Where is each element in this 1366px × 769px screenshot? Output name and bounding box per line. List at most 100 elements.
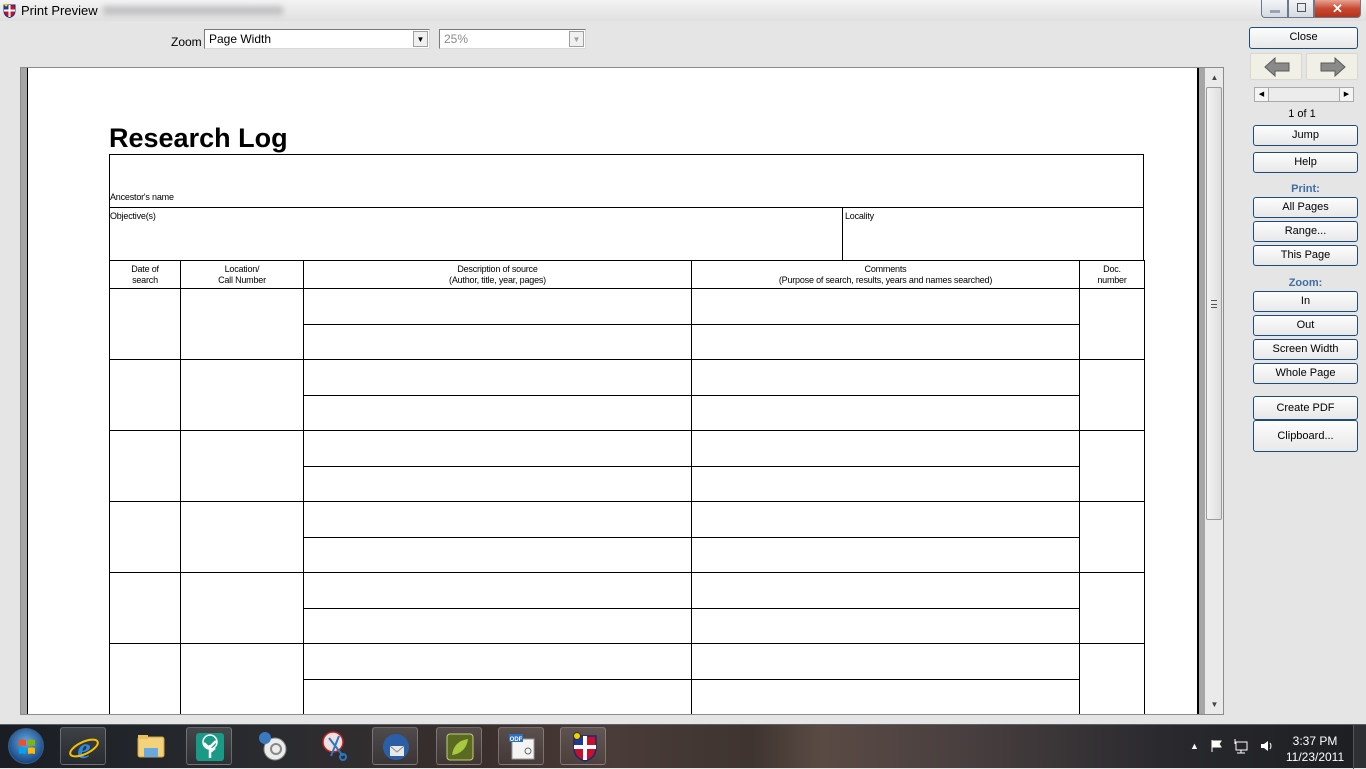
clipboard-button[interactable]: Clipboard... — [1253, 420, 1358, 452]
date-cell[interactable] — [109, 501, 181, 573]
zoom-screen-width-button[interactable]: Screen Width — [1253, 339, 1358, 360]
comments-cell[interactable] — [691, 536, 1080, 573]
doc-number-cell[interactable] — [1079, 572, 1145, 644]
date-cell[interactable] — [109, 572, 181, 644]
chevron-down-icon[interactable]: ▼ — [569, 31, 584, 47]
description-cell[interactable] — [303, 430, 692, 467]
description-cell[interactable] — [303, 394, 692, 431]
objective-label: Objective(s) — [110, 211, 156, 221]
restore-button[interactable] — [1288, 0, 1314, 18]
zoom-mode-select[interactable]: Page Width ▼ — [204, 29, 430, 49]
create-pdf-button[interactable]: Create PDF — [1253, 396, 1358, 420]
zoom-whole-page-label: Whole Page — [1275, 367, 1336, 379]
scroll-up-arrow-icon[interactable]: ▲ — [1206, 69, 1223, 86]
comments-cell[interactable] — [691, 678, 1080, 714]
location-cell[interactable] — [180, 643, 304, 714]
jump-label: Jump — [1292, 129, 1319, 141]
page-scrollbar[interactable]: ◀ ▶ — [1254, 87, 1354, 102]
scrollbar-thumb[interactable] — [1206, 87, 1222, 520]
doc-number-cell[interactable] — [1079, 643, 1145, 714]
description-cell[interactable] — [303, 643, 692, 680]
taskbar-internet-explorer[interactable]: e — [60, 727, 106, 765]
minimize-button[interactable] — [1261, 0, 1288, 18]
zoom-whole-page-button[interactable]: Whole Page — [1253, 363, 1358, 384]
window-close-button[interactable]: ✕ — [1314, 0, 1361, 18]
research-log-table: Date of search Location/Call Number Descr… — [109, 260, 1145, 714]
scroll-right-arrow-icon[interactable]: ▶ — [1339, 88, 1353, 101]
location-cell[interactable] — [180, 288, 304, 360]
date-cell[interactable] — [109, 288, 181, 360]
previous-page-button[interactable] — [1250, 53, 1302, 80]
description-cell[interactable] — [303, 359, 692, 396]
taskbar-odf-app[interactable]: ODF — [498, 727, 544, 765]
help-label: Help — [1294, 156, 1317, 168]
network-icon[interactable] — [1233, 738, 1249, 754]
help-button[interactable]: Help — [1253, 152, 1358, 173]
comments-cell[interactable] — [691, 501, 1080, 538]
show-desktop-button[interactable] — [1353, 725, 1366, 769]
date-cell[interactable] — [109, 359, 181, 431]
print-range-button[interactable]: Range... — [1253, 221, 1358, 242]
print-this-page-button[interactable]: This Page — [1253, 245, 1358, 266]
taskbar-media-app[interactable] — [250, 727, 296, 765]
comments-cell[interactable] — [691, 323, 1080, 360]
comments-cell[interactable] — [691, 465, 1080, 502]
date-cell[interactable] — [109, 430, 181, 502]
description-cell[interactable] — [303, 465, 692, 502]
print-all-label: All Pages — [1282, 201, 1329, 213]
description-cell[interactable] — [303, 607, 692, 644]
zoom-out-button[interactable]: Out — [1253, 315, 1358, 336]
comments-cell[interactable] — [691, 643, 1080, 680]
close-icon: ✕ — [1332, 1, 1343, 16]
description-cell[interactable] — [303, 678, 692, 714]
comments-cell[interactable] — [691, 430, 1080, 467]
comments-cell[interactable] — [691, 607, 1080, 644]
preview-area: Research Log Ancestor's name Objective(s… — [20, 67, 1224, 715]
location-cell[interactable] — [180, 359, 304, 431]
show-hidden-icons-icon[interactable]: ▲ — [1190, 741, 1199, 751]
volume-icon[interactable] — [1260, 739, 1274, 753]
taskbar-print-preview-app[interactable] — [560, 727, 606, 765]
taskbar-thunderbird[interactable] — [372, 727, 418, 765]
scissors-icon — [322, 731, 347, 761]
taskbar-windows-explorer[interactable] — [128, 727, 174, 765]
print-all-pages-button[interactable]: All Pages — [1253, 197, 1358, 218]
doc-number-cell[interactable] — [1079, 501, 1145, 573]
comments-cell[interactable] — [691, 288, 1080, 325]
scroll-left-arrow-icon[interactable]: ◀ — [1255, 88, 1269, 101]
ancestor-name-label: Ancestor's name — [110, 192, 174, 202]
description-cell[interactable] — [303, 501, 692, 538]
table-header-row: Date of search Location/Call Number Descr… — [109, 260, 1145, 289]
restore-icon — [1297, 3, 1306, 12]
description-cell[interactable] — [303, 323, 692, 360]
chevron-down-icon[interactable]: ▼ — [413, 31, 428, 47]
description-cell[interactable] — [303, 288, 692, 325]
zoom-out-label: Out — [1296, 319, 1315, 331]
next-page-button[interactable] — [1306, 53, 1358, 80]
close-preview-button[interactable]: Close — [1249, 27, 1358, 49]
doc-number-cell[interactable] — [1079, 430, 1145, 502]
location-cell[interactable] — [180, 501, 304, 573]
doc-number-cell[interactable] — [1079, 359, 1145, 431]
taskbar-snipping-tool[interactable] — [312, 727, 358, 765]
zoom-in-button[interactable]: In — [1253, 291, 1358, 312]
action-center-flag-icon[interactable] — [1210, 739, 1224, 753]
description-cell[interactable] — [303, 572, 692, 609]
jump-button[interactable]: Jump — [1253, 125, 1358, 146]
clock[interactable]: 3:37 PM 11/23/2011 — [1280, 733, 1350, 765]
date-cell[interactable] — [109, 643, 181, 714]
taskbar-family-tree[interactable] — [186, 727, 232, 765]
scroll-down-arrow-icon[interactable]: ▼ — [1206, 696, 1223, 713]
table-row — [109, 572, 1145, 644]
comments-cell[interactable] — [691, 359, 1080, 396]
zoom-percent-select[interactable]: 25% ▼ — [439, 29, 586, 49]
taskbar-leaf-app[interactable] — [436, 727, 482, 765]
doc-number-cell[interactable] — [1079, 288, 1145, 360]
location-cell[interactable] — [180, 572, 304, 644]
start-button[interactable] — [8, 728, 44, 764]
description-cell[interactable] — [303, 536, 692, 573]
comments-cell[interactable] — [691, 394, 1080, 431]
location-cell[interactable] — [180, 430, 304, 502]
vertical-scrollbar[interactable]: ▲ ▼ — [1205, 68, 1223, 714]
comments-cell[interactable] — [691, 572, 1080, 609]
